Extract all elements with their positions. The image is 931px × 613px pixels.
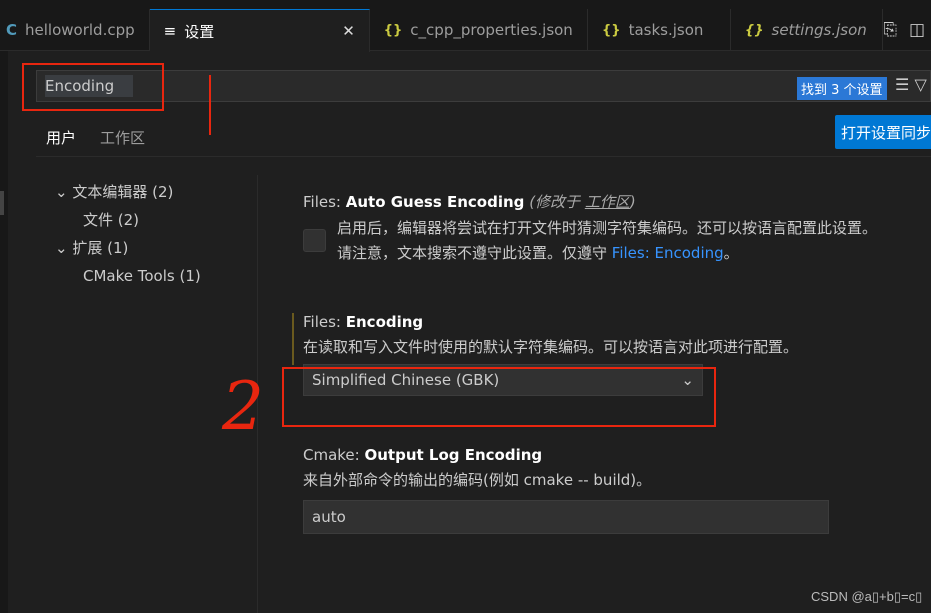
setting-output-log-encoding: Cmake: Output Log Encoding 来自外部命令的输出的编码(…	[303, 446, 829, 534]
punct: 。	[723, 244, 739, 262]
tab-workspace[interactable]: 工作区	[100, 127, 145, 157]
annotation-box-1	[22, 63, 164, 111]
editor-tab-bar: Chelloworld.cpp ≡ 设置 ✕ {} c_cpp_properties.…	[0, 9, 931, 52]
setting-description: 启用后，编辑器将尝试在打开文件时猜测字符集编码。还可以按语言配置此设置。	[337, 219, 878, 237]
settings-toc: ⌄ 文本编辑器 (2) 文件 (2) ⌄ 扩展 (1) CMake Tools …	[55, 178, 201, 290]
setting-name: Encoding	[345, 313, 424, 331]
toc-text-editor[interactable]: ⌄ 文本编辑器 (2)	[55, 178, 201, 206]
json-braces-icon: {}	[602, 22, 621, 38]
split-editor-icon[interactable]: ◫	[909, 20, 925, 40]
clear-filter-icon[interactable]: ☰	[895, 75, 909, 94]
setting-name: Output Log Encoding	[364, 446, 543, 464]
setting-category: Files:	[303, 193, 346, 211]
json-braces-icon: {}	[383, 22, 403, 38]
divider	[36, 156, 931, 157]
tab-label: 设置	[184, 22, 215, 41]
toc-label: 文件 (2)	[83, 211, 140, 229]
settings-sync-button[interactable]: 打开设置同步	[835, 115, 931, 149]
output-log-encoding-input[interactable]: auto	[303, 500, 829, 534]
setting-description: 来自外部命令的输出的编码(例如 cmake -- build)。	[303, 471, 652, 489]
tab-helloworld-cpp[interactable]: Chelloworld.cpp	[0, 9, 150, 51]
watermark: CSDN @a▯+b▯=c▯	[811, 589, 923, 604]
settings-search[interactable]: 找到 3 个设置 ☰ ▽	[36, 70, 931, 102]
chevron-down-icon: ⌄	[55, 239, 68, 257]
toc-extensions[interactable]: ⌄ 扩展 (1)	[55, 234, 201, 262]
filter-icon[interactable]: ▽	[914, 75, 926, 94]
modified-scope-link[interactable]: 工作区	[585, 193, 630, 211]
result-count-badge: 找到 3 个设置	[797, 77, 887, 100]
title-strip	[0, 0, 931, 9]
setting-category: Files:	[303, 313, 346, 331]
modified-indicator	[292, 313, 294, 365]
tab-tasks-json[interactable]: {} tasks.json	[588, 9, 731, 51]
tab-settings[interactable]: ≡ 设置 ✕	[149, 9, 370, 52]
files-encoding-link[interactable]: Files: Encoding	[612, 244, 724, 262]
setting-description: 在读取和写入文件时使用的默认字符集编码。可以按语言对此项进行配置。	[303, 338, 799, 356]
setting-auto-guess-encoding: Files: Auto Guess Encoding (修改于 工作区) 启用后…	[303, 191, 931, 266]
settings-list-icon: ≡	[163, 22, 177, 40]
setting-category: Cmake:	[303, 446, 365, 464]
json-braces-icon: {}	[744, 22, 764, 38]
toc-files[interactable]: 文件 (2)	[55, 206, 201, 234]
tab-label: helloworld.cpp	[25, 21, 135, 39]
cpp-file-icon: C	[6, 21, 18, 39]
tab-c-cpp-properties[interactable]: {} c_cpp_properties.json	[370, 9, 589, 51]
setting-description: 请注意，文本搜索不遵守此设置。仅遵守	[337, 244, 612, 262]
annotation-mark-1	[209, 75, 211, 135]
activity-strip	[0, 51, 8, 613]
tab-label: settings.json	[771, 21, 867, 39]
tab-label: tasks.json	[628, 21, 704, 39]
modified-label: (修改于	[529, 193, 585, 211]
close-icon[interactable]: ✕	[292, 22, 355, 40]
tab-settings-json[interactable]: {} settings.json	[731, 9, 884, 51]
annotation-box-2	[282, 367, 716, 427]
annotation-number-2: 2	[222, 368, 264, 445]
modified-suffix: )	[629, 193, 636, 211]
open-json-icon[interactable]: ⎘	[883, 20, 897, 40]
toc-label: CMake Tools (1)	[83, 267, 201, 285]
chevron-down-icon: ⌄	[55, 183, 68, 201]
toc-cmake-tools[interactable]: CMake Tools (1)	[55, 262, 201, 290]
tab-label: c_cpp_properties.json	[410, 21, 573, 39]
tab-user[interactable]: 用户	[40, 127, 83, 157]
auto-guess-checkbox[interactable]	[303, 229, 326, 252]
toc-label: 文本编辑器 (2)	[72, 183, 174, 201]
setting-name: Auto Guess Encoding	[345, 193, 525, 211]
toc-label: 扩展 (1)	[72, 239, 129, 257]
